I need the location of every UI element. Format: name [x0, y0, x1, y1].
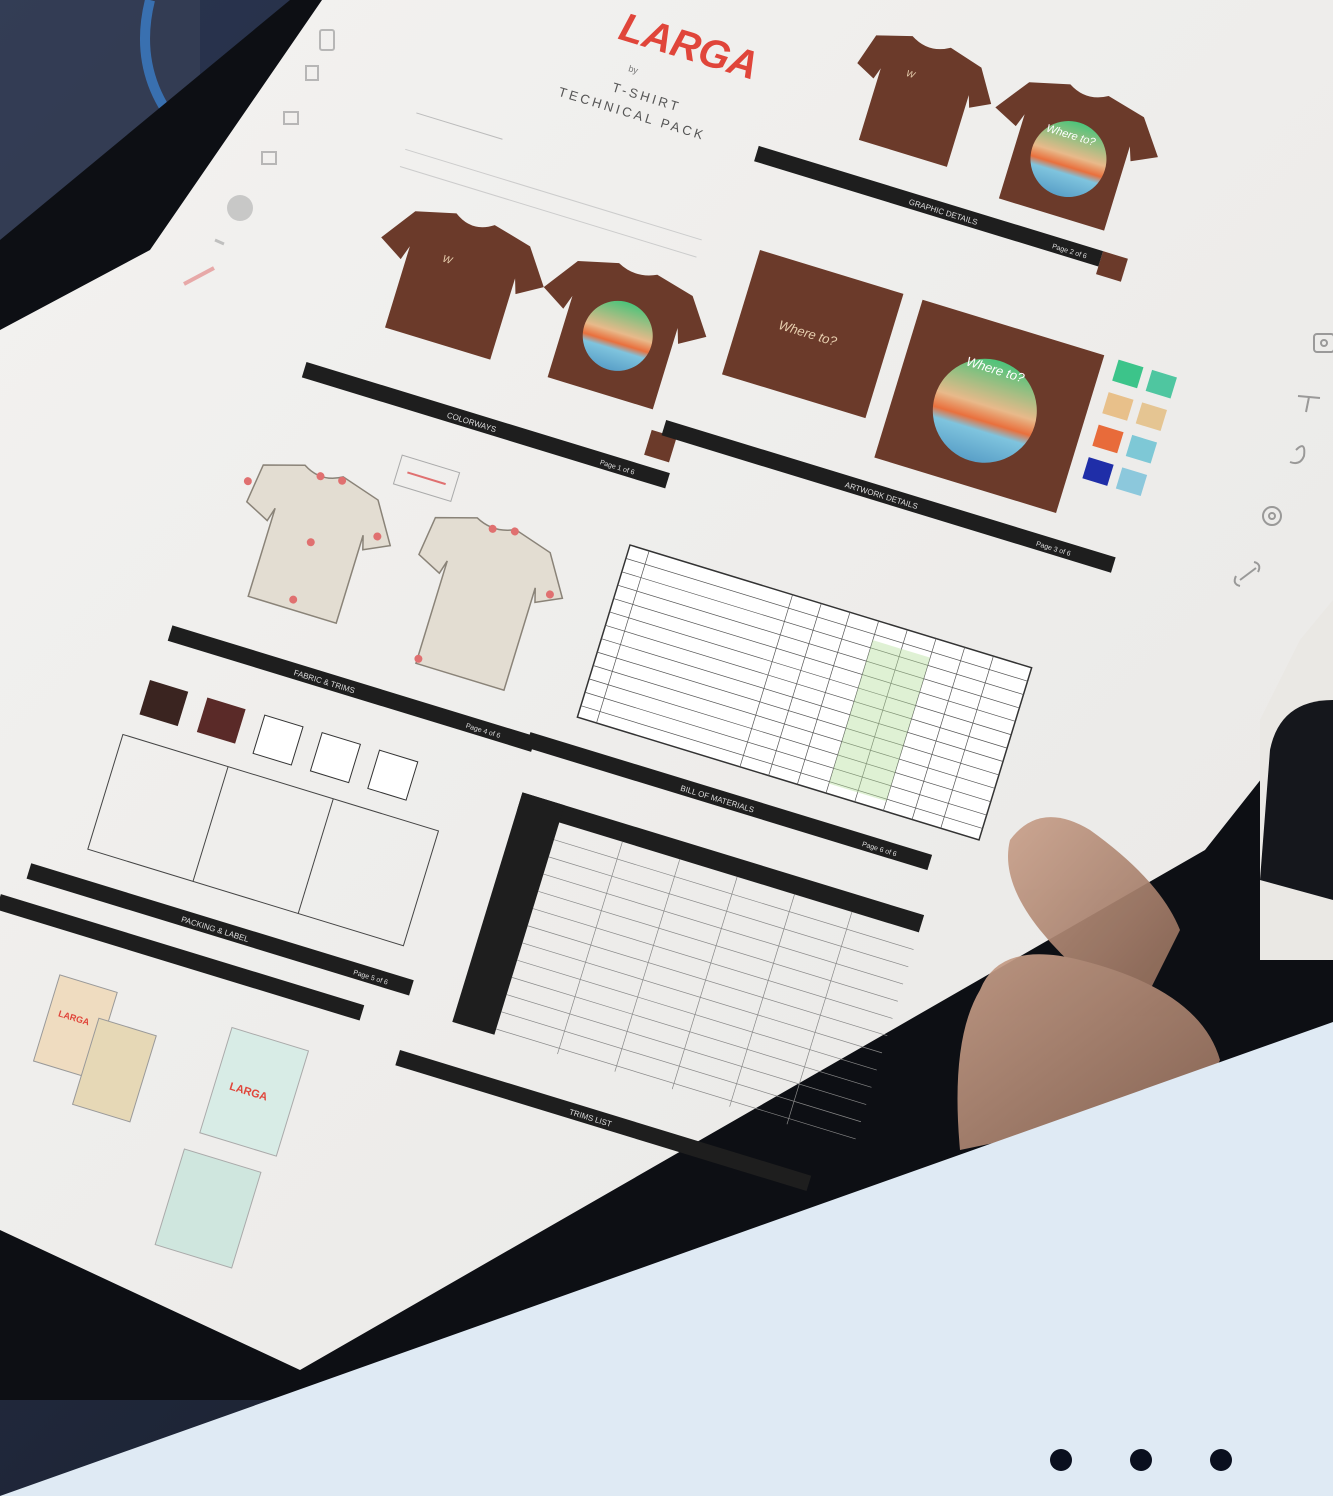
tablet-photo: LARGA by T-SHIRT TECHNICAL PACK W COLORW… [0, 0, 1333, 1496]
pagination-dot-1[interactable] [1050, 1449, 1072, 1471]
carousel-pagination [1040, 1440, 1250, 1480]
pagination-dot-3[interactable] [1210, 1449, 1232, 1471]
pagination-dot-2[interactable] [1130, 1449, 1152, 1471]
